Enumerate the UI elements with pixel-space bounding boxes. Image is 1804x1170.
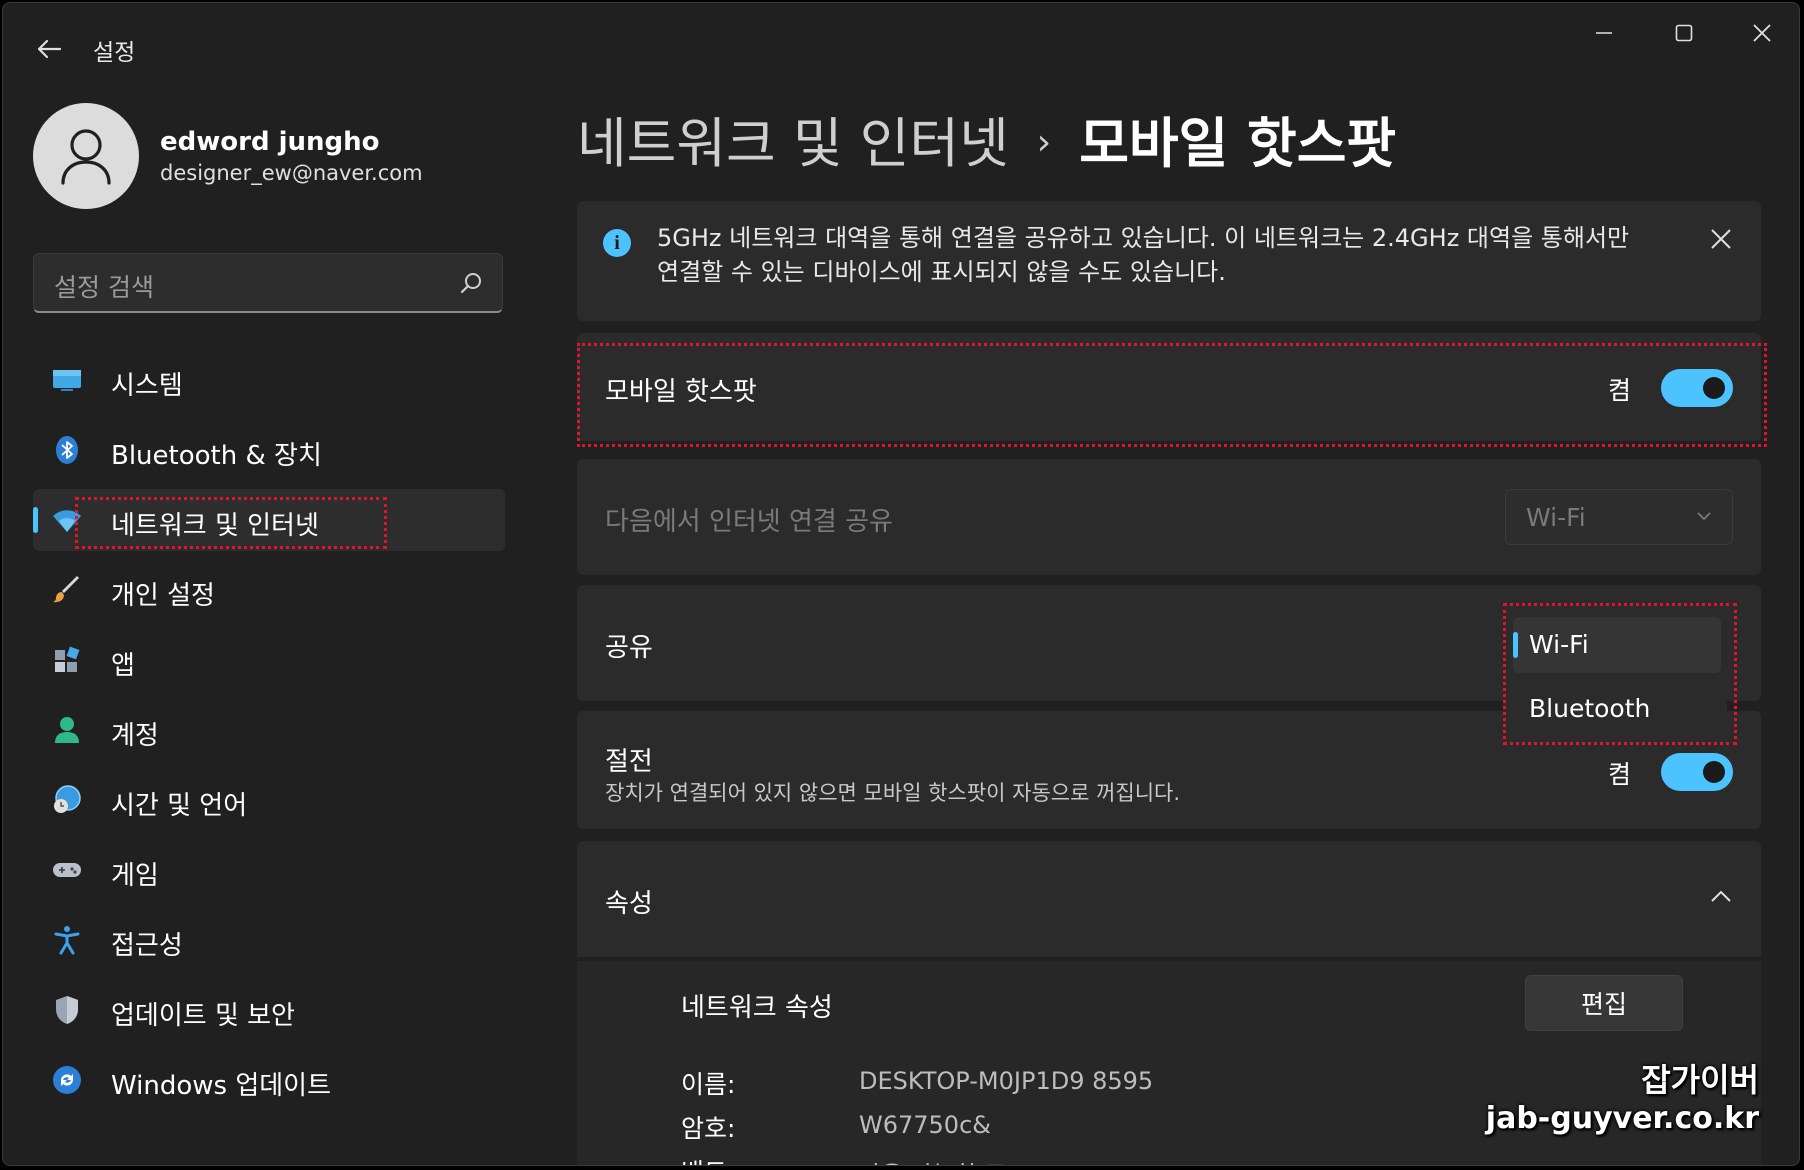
search-placeholder: 설정 검색 [54,273,154,302]
property-name-key: 이름: [681,1070,736,1099]
mobile-hotspot-row: 모바일 핫스팟 켬 [577,333,1761,441]
sidebar-item-label: 시간 및 언어 [111,791,248,821]
shield-icon [51,994,83,1026]
sidebar-item-apps[interactable]: 앱 [33,629,505,691]
chevron-down-icon [1697,512,1711,521]
settings-window: 설정 edword jungho designer_ew@naver.com 설… [2,2,1800,1166]
maximize-button[interactable] [1649,13,1719,53]
network-properties-label: 네트워크 속성 [681,993,833,1023]
share-from-value: Wi-Fi [1526,503,1586,532]
sidebar-item-label: 앱 [111,651,135,681]
dismiss-info-button[interactable] [1705,223,1737,255]
profile-name: edword jungho [160,127,380,157]
mobile-hotspot-toggle[interactable] [1661,369,1733,407]
back-arrow-icon [37,39,62,59]
user-profile[interactable]: edword jungho designer_ew@naver.com [33,103,503,213]
sidebar-item-update-security[interactable]: 업데이트 및 보안 [33,979,505,1041]
search-icon [460,273,481,294]
sidebar-item-label: Windows 업데이트 [111,1071,332,1101]
avatar [33,103,139,209]
sidebar-item-label: Bluetooth & 장치 [111,441,322,471]
sidebar-item-label: 시스템 [111,371,183,401]
person-outline-icon [61,129,111,185]
profile-email: designer_ew@naver.com [160,161,423,185]
sidebar-item-personalization[interactable]: 개인 설정 [33,559,505,621]
edit-button[interactable]: 편집 [1525,975,1683,1031]
properties-header[interactable]: 속성 [577,841,1761,957]
apps-icon [51,644,83,676]
option-label: Bluetooth [1529,694,1651,723]
toggle-knob [1703,761,1725,783]
power-saving-label: 절전 [605,747,653,777]
sidebar-item-label: 게임 [111,861,159,891]
title-bar: 설정 [3,3,1799,93]
settings-search-input[interactable]: 설정 검색 [33,253,503,313]
option-label: Wi-Fi [1529,630,1589,659]
page-title: 네트워크 및 인터넷 › 모바일 핫스팟 [577,99,1396,178]
monitor-icon [51,364,83,396]
chevron-up-icon [1711,890,1731,902]
sidebar-item-accessibility[interactable]: 접근성 [33,909,505,971]
power-saving-state-label: 켬 [1607,760,1631,789]
breadcrumb-current: 모바일 핫스팟 [1079,112,1397,175]
property-password-key: 암호: [681,1114,736,1143]
brush-icon [51,574,83,606]
option-bluetooth[interactable]: Bluetooth [1513,681,1721,737]
close-icon [1711,229,1731,249]
sidebar-item-network[interactable]: 네트워크 및 인터넷 [33,489,505,551]
breadcrumb-separator: › [1036,122,1052,163]
share-over-label: 공유 [605,633,653,663]
info-icon: i [603,229,631,257]
watermark-korean: 잡가이버 [1641,1061,1759,1099]
info-bar: i 5GHz 네트워크 대역을 통해 연결을 공유하고 있습니다. 이 네트워크… [577,201,1761,321]
breadcrumb-parent[interactable]: 네트워크 및 인터넷 [577,112,1009,175]
toggle-knob [1703,377,1725,399]
power-saving-description: 장치가 연결되어 있지 않으면 모바일 핫스팟이 자동으로 꺼집니다. [605,781,1181,805]
share-from-label: 다음에서 인터넷 연결 공유 [605,507,893,537]
sidebar-item-accounts[interactable]: 계정 [33,699,505,761]
power-saving-toggle[interactable] [1661,753,1733,791]
property-band-key: 밴드: [681,1153,735,1165]
window-title: 설정 [93,40,136,66]
accessibility-icon [51,924,83,956]
maximize-icon [1675,24,1693,42]
person-icon [51,714,83,746]
sidebar-item-system[interactable]: 시스템 [33,349,505,411]
wifi-icon [51,504,83,536]
globe-clock-icon [51,784,83,816]
share-from-dropdown[interactable]: Wi-Fi [1505,489,1733,545]
gamepad-icon [51,854,83,886]
sidebar-item-label: 업데이트 및 보안 [111,1001,295,1031]
sidebar-item-windows-update[interactable]: Windows 업데이트 [33,1049,505,1111]
mobile-hotspot-label: 모바일 핫스팟 [605,377,757,407]
hotspot-state-label: 켬 [1607,376,1631,405]
property-name-value: DESKTOP-M0JP1D9 8595 [859,1067,1154,1095]
bluetooth-icon [51,434,83,466]
refresh-icon [51,1064,83,1096]
sidebar-item-label: 접근성 [111,931,183,961]
property-band-value: 사용 가능한 모드 [859,1155,1029,1165]
sidebar-nav: 시스템 Bluetooth & 장치 네트워크 및 인터넷 개인 설정 앱 계정… [33,349,505,1119]
selected-indicator [1513,632,1518,658]
info-message: 5GHz 네트워크 대역을 통해 연결을 공유하고 있습니다. 이 네트워크는 … [657,224,1630,286]
back-button[interactable] [29,29,69,69]
share-over-dropdown-list: Wi-Fi Bluetooth [1503,611,1727,743]
share-from-row: 다음에서 인터넷 연결 공유 Wi-Fi [577,459,1761,575]
sidebar-item-label: 계정 [111,721,159,751]
sidebar-item-label: 네트워크 및 인터넷 [111,511,319,541]
minimize-icon [1596,32,1612,34]
close-window-button[interactable] [1727,13,1797,53]
close-icon [1753,24,1771,42]
sidebar-item-time-language[interactable]: 시간 및 언어 [33,769,505,831]
watermark-url: jab-guyver.co.kr [1485,1101,1759,1136]
selected-indicator [33,507,38,533]
properties-label: 속성 [605,889,653,919]
minimize-button[interactable] [1569,13,1639,53]
sidebar-item-label: 개인 설정 [111,581,215,611]
property-password-value: W67750c& [859,1111,991,1139]
sidebar-item-gaming[interactable]: 게임 [33,839,505,901]
option-wifi[interactable]: Wi-Fi [1513,617,1721,673]
sidebar-item-bluetooth[interactable]: Bluetooth & 장치 [33,419,505,481]
